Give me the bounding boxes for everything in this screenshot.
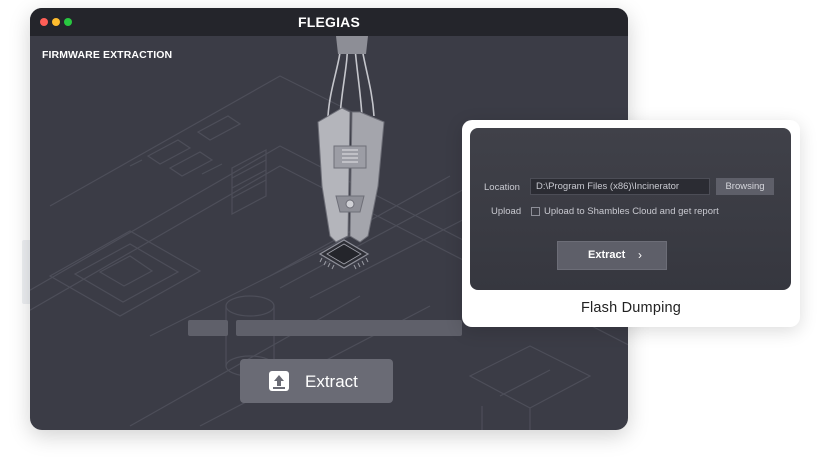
upload-icon xyxy=(269,371,289,391)
browse-button[interactable]: Browsing xyxy=(716,178,774,195)
card-caption: Flash Dumping xyxy=(580,300,682,316)
extract-button-label: Extract xyxy=(305,372,358,391)
chevron-right-icon: › xyxy=(638,248,642,262)
progress-segment-right xyxy=(236,320,462,336)
upload-checkbox[interactable] xyxy=(531,207,540,216)
app-title: FLEGIAS xyxy=(297,14,361,30)
upload-label: Upload xyxy=(491,206,522,217)
progress-segment-left xyxy=(188,320,228,336)
flash-dumping-panel: Location D:\Program Files (x86)\Incinera… xyxy=(470,128,791,290)
upload-checkbox-text[interactable]: Upload to Shambles Cloud and get report xyxy=(544,206,719,217)
flash-dumping-card: Location D:\Program Files (x86)\Incinera… xyxy=(462,120,800,327)
titlebar: FLEGIAS xyxy=(30,8,628,36)
location-field[interactable]: D:\Program Files (x86)\Incinerator xyxy=(530,178,710,195)
section-label: FIRMWARE EXTRACTION xyxy=(42,49,173,61)
location-label: Location xyxy=(484,182,520,193)
panel-extract-button[interactable]: Extract › xyxy=(557,241,667,270)
panel-extract-label: Extract xyxy=(588,249,626,261)
extract-button[interactable]: Extract xyxy=(240,359,393,403)
